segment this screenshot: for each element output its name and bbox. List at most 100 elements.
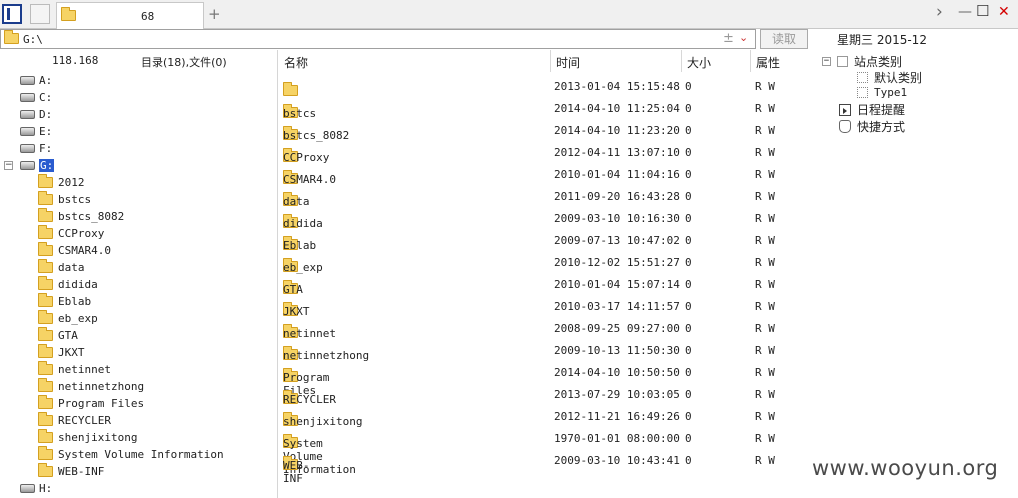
tree-folder[interactable]: Program Files xyxy=(38,395,144,412)
column-time[interactable]: 时间 xyxy=(551,50,682,72)
tree-folder[interactable]: CSMAR4.0 xyxy=(38,242,111,259)
column-name[interactable]: 名称 xyxy=(279,50,551,72)
tree-folder[interactable]: JKXT xyxy=(38,344,85,361)
tree-folder[interactable]: GTA xyxy=(38,327,78,344)
file-time: 2009-10-13 11:50:30 xyxy=(554,344,680,357)
tree-default-category[interactable]: 默认类别 xyxy=(857,69,922,86)
tree-folder[interactable]: eb_exp xyxy=(38,310,98,327)
tree-folder[interactable]: 2012 xyxy=(38,174,85,191)
folder-icon xyxy=(38,395,53,409)
tree-type1[interactable]: Type1 xyxy=(857,86,907,99)
tree-label: eb_exp xyxy=(58,312,98,325)
directory-tree: 118.168 目录(18),文件(0) A: C: D: E: F: − G: 2012 bs… xyxy=(0,50,278,498)
drive-icon xyxy=(20,127,35,136)
tree-label: E: xyxy=(39,125,53,138)
file-row[interactable]: CCProxy 2012-04-11 13:07:10 0 R W xyxy=(279,141,816,164)
file-row[interactable]: JKXT 2010-03-17 14:11:57 0 R W xyxy=(279,295,816,318)
file-size: 0 xyxy=(685,124,692,137)
file-row[interactable]: GTA 2010-01-04 15:07:14 0 R W xyxy=(279,273,816,296)
file-size: 0 xyxy=(685,256,692,269)
read-button[interactable]: 读取 xyxy=(760,29,808,49)
tree-schedule[interactable]: 日程提醒 xyxy=(839,101,905,118)
tree-drive[interactable]: A: xyxy=(20,72,52,89)
tree-site-category[interactable]: 站点类别 xyxy=(837,53,902,70)
file-size: 0 xyxy=(685,432,692,445)
tree-label: 默认类别 xyxy=(874,71,923,85)
new-tab-button[interactable]: + xyxy=(208,5,221,23)
file-row[interactable]: 2013-01-04 15:15:48 0 R W xyxy=(279,75,816,97)
file-attr: R W xyxy=(755,102,775,115)
plus-minus-icon[interactable]: ± xyxy=(723,31,734,46)
tree-folder[interactable]: WEB-INF xyxy=(38,463,104,480)
tree-folder[interactable]: RECYCLER xyxy=(38,412,111,429)
tree-label: CSMAR4.0 xyxy=(58,244,111,257)
tree-folder[interactable]: didida xyxy=(38,276,98,293)
file-row[interactable]: shenjixitong 2012-11-21 16:49:26 0 R W xyxy=(279,405,816,428)
close-button[interactable]: ✕ xyxy=(998,4,1010,20)
tree-drive-selected[interactable]: G: xyxy=(20,157,55,174)
tree-folder[interactable]: Eblab xyxy=(38,293,91,310)
file-row[interactable]: Program Files 2014-04-10 10:50:50 0 R W xyxy=(279,361,816,397)
tab-active[interactable]: 68 xyxy=(56,2,204,29)
tree-drive[interactable]: C: xyxy=(20,89,52,106)
file-row[interactable]: netinnet 2008-09-25 09:27:00 0 R W xyxy=(279,317,816,340)
tree-folder[interactable]: CCProxy xyxy=(38,225,104,242)
file-row[interactable]: netinnetzhong 2009-10-13 11:50:30 0 R W xyxy=(279,339,816,362)
tree-folder[interactable]: bstcs xyxy=(38,191,91,208)
file-row[interactable]: Eblab 2009-07-13 10:47:02 0 R W xyxy=(279,229,816,252)
tree-label: D: xyxy=(39,108,53,121)
file-attr: R W xyxy=(755,146,775,159)
file-row[interactable]: RECYCLER 2013-07-29 10:03:05 0 R W xyxy=(279,383,816,406)
tree-folder[interactable]: data xyxy=(38,259,85,276)
file-row[interactable]: WEB-INF 2009-03-10 10:43:41 0 R W xyxy=(279,449,816,485)
file-time: 2010-01-04 15:07:14 xyxy=(554,278,680,291)
file-attr: R W xyxy=(755,388,775,401)
tree-folder[interactable]: netinnet xyxy=(38,361,111,378)
file-row[interactable]: CSMAR4.0 2010-01-04 11:04:16 0 R W xyxy=(279,163,816,186)
file-size: 0 xyxy=(685,278,692,291)
date-header: 星期三 2015-12 xyxy=(817,29,1018,49)
file-size: 0 xyxy=(685,366,692,379)
folder-icon xyxy=(38,463,53,477)
file-row[interactable]: bstcs 2014-04-10 11:25:04 0 R W xyxy=(279,97,816,120)
blank-tab-icon[interactable] xyxy=(30,4,50,24)
minimize-button[interactable]: — xyxy=(958,4,972,20)
next-icon[interactable]: › xyxy=(936,2,943,22)
maximize-button[interactable]: ☐ xyxy=(976,2,989,20)
collapse-icon[interactable]: − xyxy=(4,161,13,170)
file-row[interactable]: didida 2009-03-10 10:16:30 0 R W xyxy=(279,207,816,230)
tree-drive[interactable]: D: xyxy=(20,106,52,123)
file-row[interactable]: bstcs_8082 2014-04-10 11:23:20 0 R W xyxy=(279,119,816,142)
folder-icon xyxy=(38,242,53,256)
drive-icon xyxy=(20,76,35,85)
watermark: www.wooyun.org xyxy=(812,456,999,480)
column-size[interactable]: 大小 xyxy=(682,50,751,72)
tree-drive[interactable]: F: xyxy=(20,140,52,157)
tree-folder[interactable]: System Volume Information xyxy=(38,446,224,463)
file-row[interactable]: System Volume Information 1970-01-01 08:0… xyxy=(279,427,816,476)
drive-icon xyxy=(20,484,35,493)
tree-drive[interactable]: H: xyxy=(20,480,52,497)
path-input[interactable]: G:\ ± ⌄ xyxy=(0,29,756,49)
file-attr: R W xyxy=(755,410,775,423)
tree-drive[interactable]: E: xyxy=(20,123,52,140)
tree-label: GTA xyxy=(58,329,78,342)
tree-shortcut[interactable]: 快捷方式 xyxy=(839,118,905,135)
path-text: G:\ xyxy=(23,33,43,46)
file-time: 2008-09-25 09:27:00 xyxy=(554,322,680,335)
tree-folder[interactable]: netinnetzhong xyxy=(38,378,144,395)
chevron-down-icon[interactable]: ⌄ xyxy=(739,31,748,44)
file-size: 0 xyxy=(685,234,692,247)
tree-folder[interactable]: bstcs_8082 xyxy=(38,208,124,225)
folder-icon xyxy=(38,327,53,341)
collapse-icon[interactable]: − xyxy=(822,57,831,66)
file-size: 0 xyxy=(685,454,692,467)
file-row[interactable]: data 2011-09-20 16:43:28 0 R W xyxy=(279,185,816,208)
drive-icon xyxy=(20,144,35,153)
folder-icon xyxy=(38,446,53,460)
column-attr[interactable]: 属性 xyxy=(751,50,816,72)
file-row[interactable]: eb_exp 2010-12-02 15:51:27 0 R W xyxy=(279,251,816,274)
panel-toggle-icon[interactable] xyxy=(2,4,22,24)
tree-folder[interactable]: shenjixitong xyxy=(38,429,137,446)
file-time: 2009-03-10 10:43:41 xyxy=(554,454,680,467)
